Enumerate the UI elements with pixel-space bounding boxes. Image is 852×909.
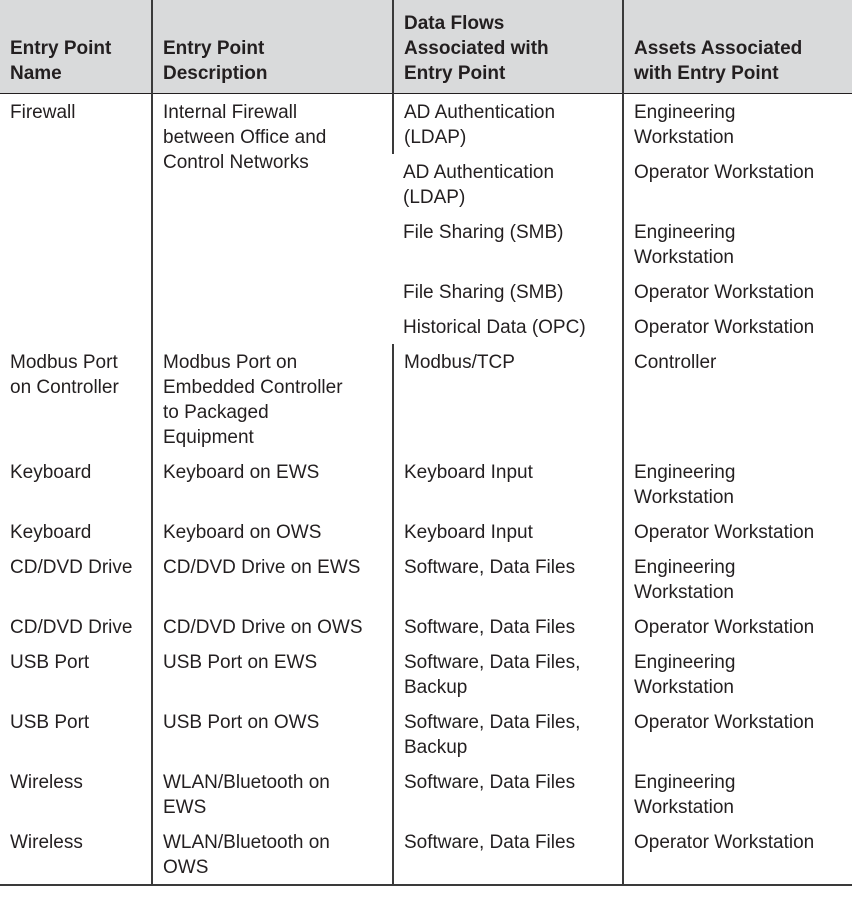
asset-cell: Operator Workstation: [622, 608, 852, 644]
entry-point-description-cell: USB Port on OWS: [151, 703, 393, 764]
data-flow-cell: Software, Data Files: [392, 608, 623, 644]
header-assets: Assets Associated with Entry Point: [622, 0, 852, 94]
table-body: Firewall Internal Firewall between Office…: [0, 93, 852, 886]
asset-cell: Operator Workstation: [622, 153, 852, 214]
data-flow-cell: Software, Data Files, Backup: [392, 643, 623, 704]
table-row: Firewall Internal Firewall between Office…: [0, 93, 852, 344]
header-row: Entry Point Name Entry Point Description…: [0, 0, 852, 94]
header-entry-point-name: Entry Point Name: [0, 0, 152, 94]
data-flow-cell: Software, Data Files: [392, 763, 623, 824]
data-flow-cell: Historical Data (OPC): [403, 316, 586, 338]
data-flow-cell: AD Authentication (LDAP): [392, 93, 623, 154]
entry-point-description-cell: WLAN/Bluetooth on OWS: [151, 823, 393, 886]
entry-point-name-cell: Modbus Port on Controller: [10, 351, 119, 398]
entry-point-name-cell: USB Port: [10, 711, 90, 733]
data-flow-cell: Software, Data Files, Backup: [392, 703, 623, 764]
asset-cell: Engineering Workstation: [622, 643, 852, 704]
asset-cell: Controller: [622, 343, 852, 454]
entry-point-description-cell: CD/DVD Drive on OWS: [151, 608, 393, 644]
entry-point-name-cell: Wireless: [0, 823, 152, 886]
table-header: Entry Point Name Entry Point Description…: [0, 0, 852, 94]
entry-point-description-cell: USB Port on EWS: [151, 643, 393, 704]
entry-point-description-cell: Keyboard on OWS: [151, 513, 393, 549]
data-flow-cell: Keyboard Input: [392, 513, 623, 549]
entry-point-description-cell: Internal Firewall between Office and Con…: [151, 93, 393, 344]
entry-point-name-cell: CD/DVD Drive: [10, 616, 133, 638]
data-flow-cell: AD Authentication (LDAP): [403, 161, 555, 208]
asset-cell: Engineering Workstation: [622, 453, 852, 514]
table-row: USB Port USB Port on OWS Software, Data Fi…: [0, 703, 852, 764]
entry-point-name-cell: CD/DVD Drive: [10, 556, 133, 578]
asset-cell: Engineering Workstation: [622, 763, 852, 824]
entry-point-description-cell: WLAN/Bluetooth on EWS: [151, 763, 393, 824]
header-data-flows: Data Flows Associated with Entry Point: [392, 0, 623, 94]
entry-point-description-cell: Keyboard on EWS: [151, 453, 393, 514]
table-row: Modbus Port on Controller Modbus Port on …: [0, 343, 852, 454]
table-row: CD/DVD Drive CD/DVD Drive on OWS Software,…: [0, 608, 852, 644]
data-flow-cell: Modbus/TCP: [392, 343, 623, 454]
data-flow-cell: Software, Data Files: [392, 548, 623, 609]
entry-point-name-cell: Keyboard: [10, 521, 92, 543]
data-flow-cell: File Sharing (SMB): [403, 221, 564, 243]
data-flow-cell: Software, Data Files: [392, 823, 623, 886]
table-row: USB Port USB Port on EWS Software, Data Fi…: [0, 643, 852, 704]
entry-point-name-cell: Firewall: [10, 101, 76, 123]
entry-point-name-cell: USB Port: [10, 651, 90, 673]
entry-point-name-cell: Keyboard: [10, 461, 92, 483]
asset-cell: Operator Workstation: [622, 513, 852, 549]
entry-point-name-cell: Wireless: [10, 771, 83, 793]
table-row: Keyboard Keyboard on OWS Keyboard Input Ope…: [0, 513, 852, 549]
asset-cell: Operator Workstation: [622, 823, 852, 886]
table-row: Keyboard Keyboard on EWS Keyboard Input Eng…: [0, 453, 852, 514]
table-row: Wireless WLAN/Bluetooth on OWS Software, D…: [0, 823, 852, 886]
asset-cell: Operator Workstation: [622, 703, 852, 764]
asset-cell: Operator Workstation: [622, 308, 852, 344]
asset-cell: Engineering Workstation: [622, 548, 852, 609]
data-flow-cell: Keyboard Input: [392, 453, 623, 514]
data-flow-cell: File Sharing (SMB): [403, 281, 564, 303]
entry-point-description-cell: Modbus Port on Embedded Controller to Pa…: [151, 343, 393, 454]
asset-cell: Operator Workstation: [622, 273, 852, 309]
table-row: CD/DVD Drive CD/DVD Drive on EWS Software,…: [0, 548, 852, 609]
asset-cell: Engineering Workstation: [622, 213, 852, 274]
entry-points-table: Entry Point Name Entry Point Description…: [0, 0, 852, 886]
asset-cell: Engineering Workstation: [622, 93, 852, 154]
table-row: Wireless WLAN/Bluetooth on EWS Software, D…: [0, 763, 852, 824]
entry-point-description-cell: CD/DVD Drive on EWS: [151, 548, 393, 609]
header-entry-point-description: Entry Point Description: [151, 0, 393, 94]
